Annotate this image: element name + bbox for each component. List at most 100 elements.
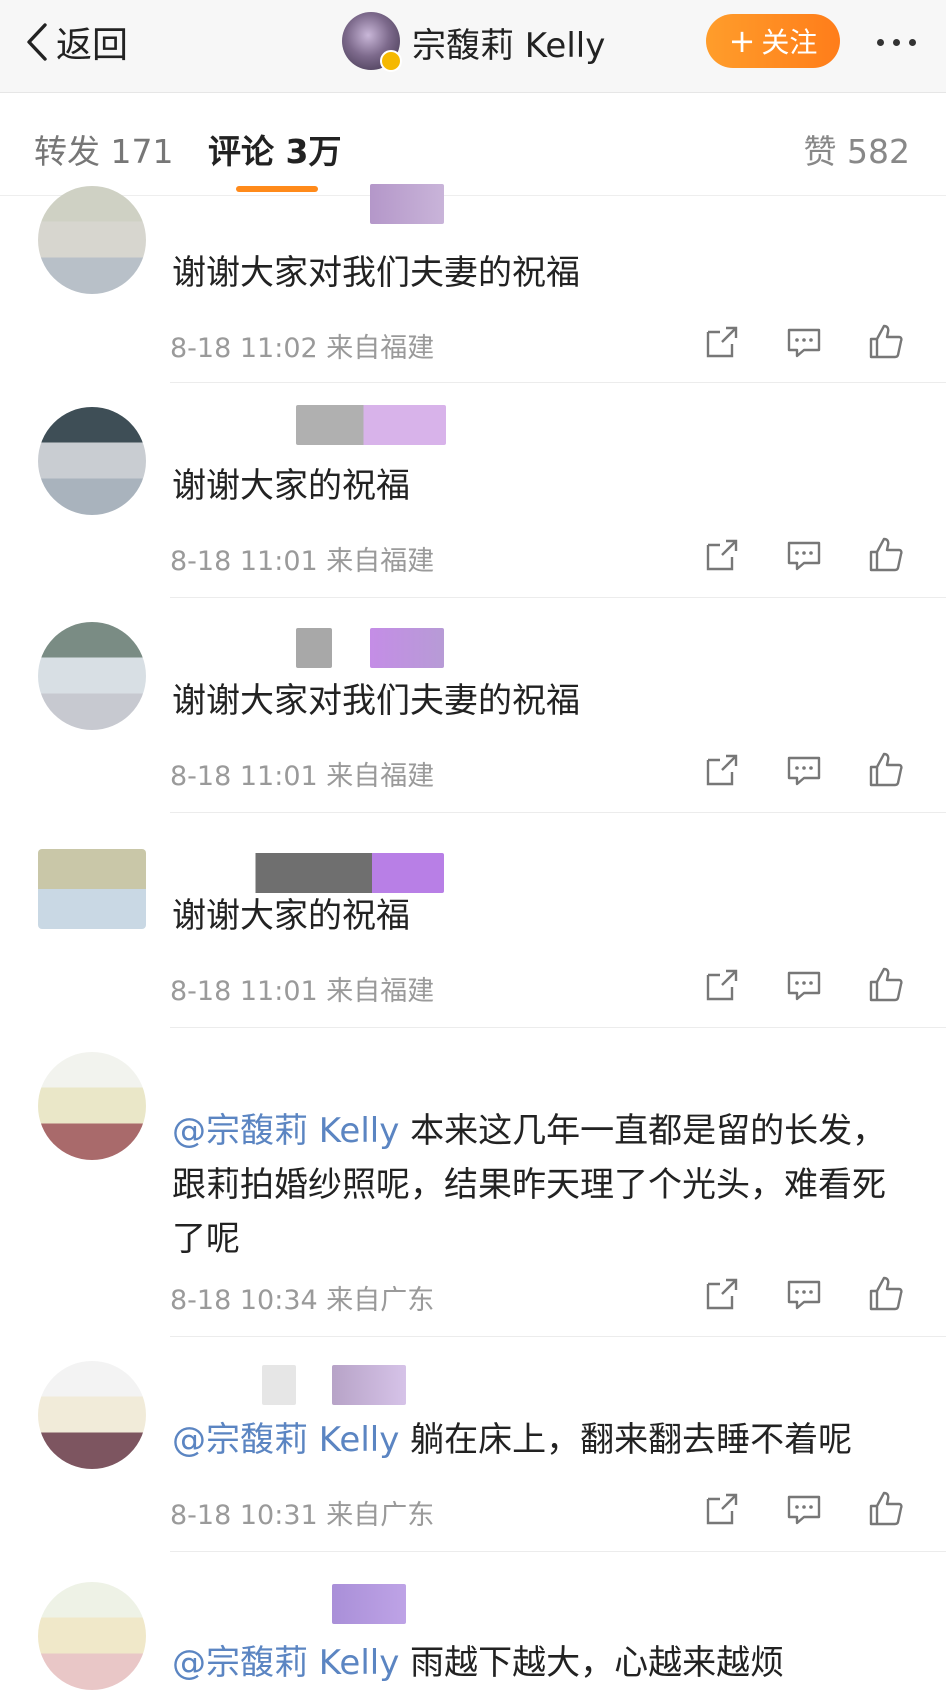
- comment-location: 来自福建: [326, 976, 435, 1007]
- like-button[interactable]: [866, 1489, 906, 1529]
- comment-time: 8-18 11:02: [170, 333, 318, 364]
- thumbs-up-icon: [869, 1276, 903, 1311]
- active-tab-indicator: [236, 186, 318, 192]
- more-button[interactable]: [858, 22, 934, 62]
- share-button[interactable]: [702, 1489, 742, 1529]
- like-button[interactable]: [866, 535, 906, 575]
- username-redacted[interactable]: [332, 1365, 406, 1405]
- follow-button[interactable]: + 关注: [706, 14, 840, 68]
- comment-actions: [702, 535, 906, 575]
- comment-meta: 8-18 10:34 来自广东: [170, 1278, 434, 1317]
- tab-bar: 转发 171 评论 3万 赞 582: [0, 93, 946, 196]
- share-button[interactable]: [702, 1274, 742, 1314]
- comment-text: @宗馥莉 Kelly 躺在床上，翻来翻去睡不着呢: [172, 1413, 902, 1467]
- comment-actions: [702, 1489, 906, 1529]
- avatar[interactable]: [38, 1582, 146, 1690]
- comment-actions: [702, 750, 906, 790]
- comment-icon: [787, 328, 821, 358]
- comment-meta: 8-18 10:31 来自广东: [170, 1493, 434, 1532]
- comment-text: @宗馥莉 Kelly 雨越下越大，心越来越烦: [172, 1636, 902, 1690]
- comment-icon: [787, 756, 821, 786]
- page-title: 宗馥莉 Kelly: [412, 26, 606, 66]
- avatar[interactable]: [38, 1052, 146, 1160]
- chevron-left-icon: [27, 23, 47, 61]
- tab-comment[interactable]: 评论 3万: [208, 125, 341, 173]
- reply-button[interactable]: [784, 535, 824, 575]
- comment-time: 8-18 11:01: [170, 546, 318, 577]
- username-redacted[interactable]: [186, 853, 444, 893]
- comment-icon: [787, 541, 821, 571]
- comment-location: 来自广东: [326, 1285, 435, 1316]
- username-redacted[interactable]: [370, 184, 444, 224]
- comment-icon: [787, 1495, 821, 1525]
- like-button[interactable]: [866, 750, 906, 790]
- thumbs-up-icon: [869, 1491, 903, 1526]
- comment-item: 谢谢大家的祝福 8-18 11:01 来自福建: [0, 383, 946, 596]
- avatar[interactable]: [38, 622, 146, 730]
- avatar[interactable]: [342, 12, 402, 72]
- avatar[interactable]: [38, 186, 146, 294]
- share-button[interactable]: [702, 535, 742, 575]
- username-redacted[interactable]: [296, 628, 332, 668]
- comment-actions: [702, 1274, 906, 1314]
- like-button[interactable]: [866, 322, 906, 362]
- share-icon: [706, 969, 738, 1001]
- reply-button[interactable]: [784, 1489, 824, 1529]
- thumbs-up-icon: [869, 752, 903, 787]
- like-button[interactable]: [866, 965, 906, 1005]
- comment-time: 8-18 11:01: [170, 976, 318, 1007]
- avatar[interactable]: [38, 407, 146, 515]
- reply-button[interactable]: [784, 965, 824, 1005]
- username-redacted[interactable]: [262, 1365, 296, 1405]
- thumbs-up-icon: [869, 324, 903, 359]
- comment-meta: 8-18 11:01 来自福建: [170, 539, 434, 578]
- comment-text: @宗馥莉 Kelly 本来这几年一直都是留的长发，跟莉拍婚纱照呢，结果昨天理了个…: [172, 1104, 902, 1266]
- avatar[interactable]: [38, 1361, 146, 1469]
- comment-item: 谢谢大家的祝福 8-18 11:01 来自福建: [0, 813, 946, 1026]
- comment-actions: [702, 965, 906, 1005]
- comment-time: 8-18 10:31: [170, 1500, 318, 1531]
- mention-link[interactable]: @宗馥莉 Kelly: [172, 1420, 399, 1460]
- comment-location: 来自福建: [326, 546, 435, 577]
- share-icon: [706, 539, 738, 571]
- comment-body: 躺在床上，翻来翻去睡不着呢: [399, 1420, 853, 1460]
- comment-text: 谢谢大家的祝福: [172, 896, 410, 936]
- share-icon: [706, 1278, 738, 1310]
- share-icon: [706, 1493, 738, 1525]
- username-redacted[interactable]: [370, 628, 444, 668]
- reply-button[interactable]: [784, 750, 824, 790]
- share-icon: [706, 326, 738, 358]
- more-icon: [876, 38, 884, 46]
- reply-button[interactable]: [784, 1274, 824, 1314]
- username-redacted[interactable]: [296, 405, 446, 445]
- like-button[interactable]: [866, 1274, 906, 1314]
- comment-text: 谢谢大家对我们夫妻的祝福: [172, 681, 580, 721]
- comment-actions: [702, 322, 906, 362]
- comment-meta: 8-18 11:02 来自福建: [170, 326, 434, 365]
- back-button[interactable]: 返回: [24, 14, 128, 70]
- thumbs-up-icon: [869, 537, 903, 572]
- share-button[interactable]: [702, 322, 742, 362]
- comment-icon: [787, 1280, 821, 1310]
- thumbs-up-icon: [869, 967, 903, 1002]
- username-redacted[interactable]: [332, 1584, 406, 1624]
- tab-repost[interactable]: 转发 171: [34, 125, 173, 173]
- tab-like[interactable]: 赞 582: [804, 125, 910, 173]
- comment-text: 谢谢大家的祝福: [172, 466, 410, 506]
- reply-button[interactable]: [784, 322, 824, 362]
- avatar[interactable]: [38, 849, 146, 929]
- follow-label: 关注: [761, 26, 818, 59]
- back-label: 返回: [56, 25, 129, 66]
- comment-item: @宗馥莉 Kelly 躺在床上，翻来翻去睡不着呢 8-18 10:31 来自广东: [0, 1337, 946, 1550]
- mention-link[interactable]: @宗馥莉 Kelly: [172, 1111, 399, 1151]
- comment-item: 谢谢大家对我们夫妻的祝福 8-18 11:02 来自福建: [0, 184, 946, 381]
- mention-link[interactable]: @宗馥莉 Kelly: [172, 1643, 399, 1683]
- top-bar: 返回 宗馥莉 Kelly + 关注: [0, 0, 946, 93]
- plus-icon: +: [728, 22, 756, 60]
- comment-text: 谢谢大家对我们夫妻的祝福: [172, 253, 580, 293]
- comment-time: 8-18 11:01: [170, 761, 318, 792]
- comment-body: 雨越下越大，心越来越烦: [399, 1643, 785, 1683]
- share-button[interactable]: [702, 750, 742, 790]
- share-button[interactable]: [702, 965, 742, 1005]
- share-icon: [706, 754, 738, 786]
